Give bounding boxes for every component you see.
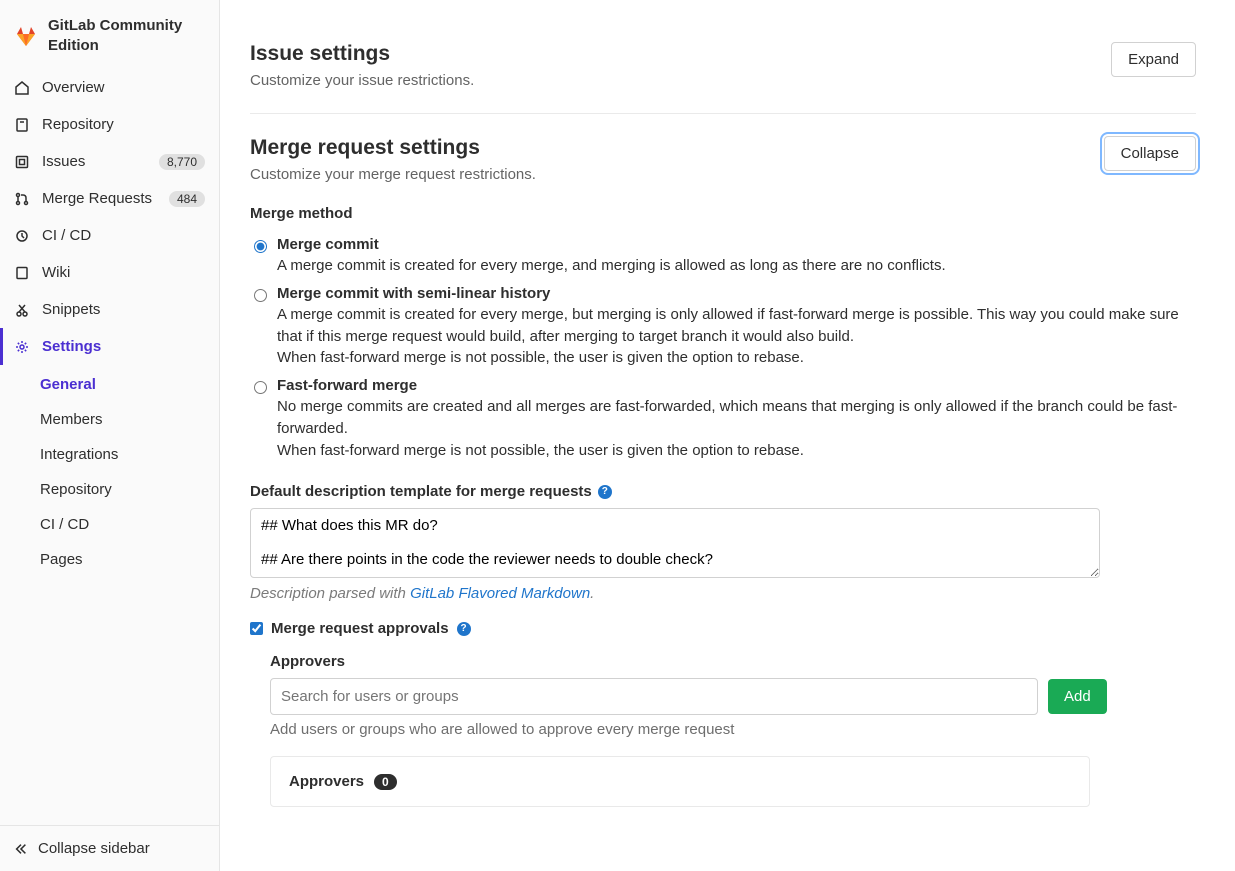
issues-icon (14, 154, 30, 170)
approvers-panel: Approvers 0 (270, 756, 1090, 807)
chevrons-left-icon (14, 842, 28, 856)
approvers-block: Approvers Add Add users or groups who ar… (250, 653, 1196, 807)
sidebar-item-wiki[interactable]: Wiki (0, 254, 219, 291)
expand-issue-settings-button[interactable]: Expand (1111, 42, 1196, 77)
sidebar-item-repository[interactable]: Repository (0, 106, 219, 143)
merge-request-icon (14, 191, 30, 207)
issue-settings-section: Issue settings Customize your issue rest… (250, 20, 1196, 114)
help-icon[interactable]: ? (457, 622, 471, 636)
collapse-sidebar-button[interactable]: Collapse sidebar (0, 825, 219, 871)
template-label: Default description template for merge r… (250, 483, 1196, 500)
subnav-cicd[interactable]: CI / CD (0, 507, 219, 542)
sidebar-item-cicd[interactable]: CI / CD (0, 217, 219, 254)
snippets-icon (14, 302, 30, 318)
sidebar-item-overview[interactable]: Overview (0, 69, 219, 106)
project-header[interactable]: GitLab Community Edition (0, 0, 219, 67)
sidebar-item-settings[interactable]: Settings (0, 328, 219, 365)
gfm-link[interactable]: GitLab Flavored Markdown (410, 585, 590, 602)
project-title: GitLab Community Edition (48, 16, 205, 55)
issues-badge: 8,770 (159, 154, 205, 170)
template-hint: Description parsed with GitLab Flavored … (250, 585, 1196, 602)
merge-request-settings-section: Merge request settings Customize your me… (250, 114, 1196, 831)
subnav-members[interactable]: Members (0, 402, 219, 437)
semi-linear-radio[interactable] (254, 289, 267, 302)
radio-merge-commit[interactable]: Merge commit A merge commit is created f… (254, 232, 1196, 281)
subnav-pages[interactable]: Pages (0, 542, 219, 577)
sidebar-item-issues[interactable]: Issues 8,770 (0, 143, 219, 180)
approvals-checkbox-row[interactable]: Merge request approvals ? (250, 620, 1196, 637)
fast-forward-radio[interactable] (254, 381, 267, 394)
cicd-icon (14, 228, 30, 244)
template-textarea[interactable] (250, 508, 1100, 578)
approvers-hint: Add users or groups who are allowed to a… (270, 721, 1196, 738)
issue-settings-title: Issue settings (250, 42, 474, 66)
add-approver-button[interactable]: Add (1048, 679, 1107, 714)
sidebar-item-merge-requests[interactable]: Merge Requests 484 (0, 180, 219, 217)
merge-method-label: Merge method (250, 205, 1196, 222)
sidebar-nav: Overview Repository Issues 8,770 Merge R… (0, 67, 219, 367)
help-icon[interactable]: ? (598, 485, 612, 499)
main-content: Issue settings Customize your issue rest… (220, 0, 1230, 871)
merge-method-block: Merge method Merge commit A merge commit… (250, 205, 1196, 465)
mr-settings-desc: Customize your merge request restriction… (250, 166, 536, 183)
radio-semi-linear[interactable]: Merge commit with semi-linear history A … (254, 281, 1196, 373)
issue-settings-desc: Customize your issue restrictions. (250, 72, 474, 89)
radio-fast-forward[interactable]: Fast-forward merge No merge commits are … (254, 373, 1196, 465)
merge-commit-radio[interactable] (254, 240, 267, 253)
repository-icon (14, 117, 30, 133)
subnav-repository[interactable]: Repository (0, 472, 219, 507)
collapse-mr-settings-button[interactable]: Collapse (1104, 136, 1196, 171)
approvers-label: Approvers (270, 653, 1196, 670)
home-icon (14, 80, 30, 96)
approvers-search-input[interactable] (270, 678, 1038, 715)
sidebar: GitLab Community Edition Overview Reposi… (0, 0, 220, 871)
settings-subnav: General Members Integrations Repository … (0, 367, 219, 577)
approvals-checkbox[interactable] (250, 622, 263, 635)
sidebar-item-snippets[interactable]: Snippets (0, 291, 219, 328)
subnav-general[interactable]: General (0, 367, 219, 402)
wiki-icon (14, 265, 30, 281)
mr-badge: 484 (169, 191, 205, 207)
gitlab-logo-icon (14, 24, 38, 48)
approvers-count-badge: 0 (374, 774, 397, 790)
mr-settings-title: Merge request settings (250, 136, 536, 160)
subnav-integrations[interactable]: Integrations (0, 437, 219, 472)
gear-icon (14, 339, 30, 355)
